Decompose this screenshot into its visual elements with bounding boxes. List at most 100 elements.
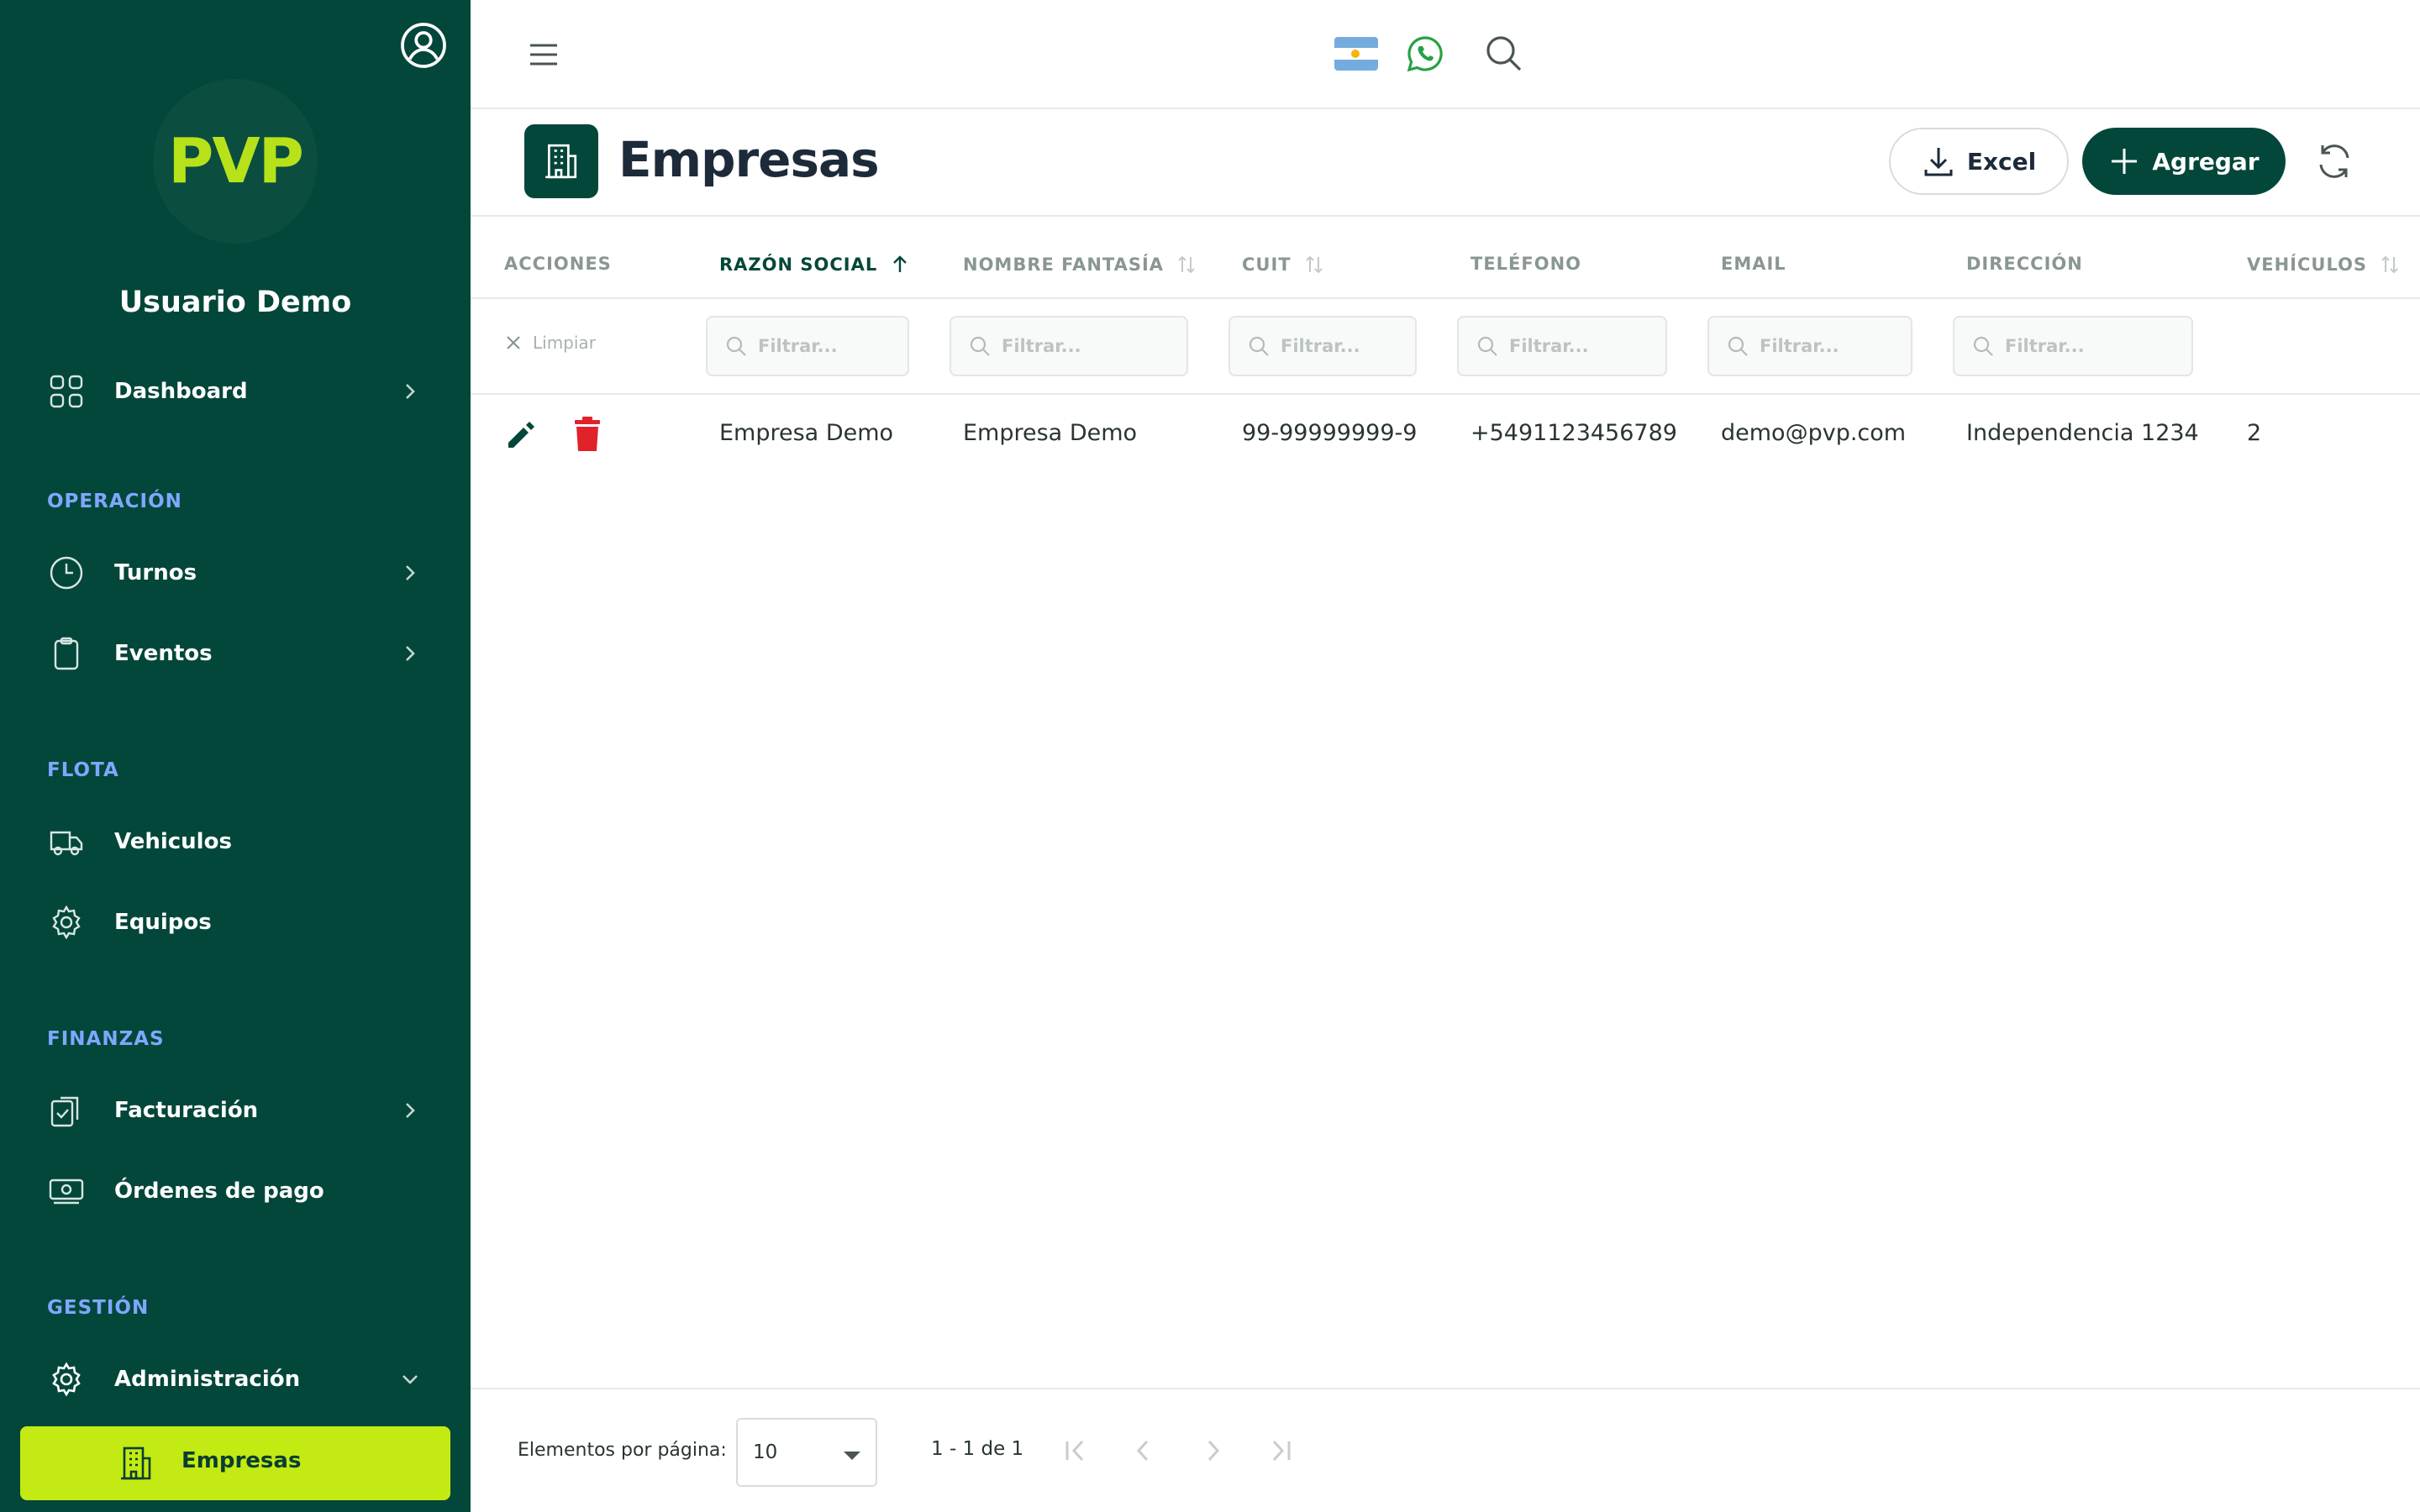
building-icon — [524, 124, 598, 198]
building-icon — [121, 1446, 151, 1480]
section-operacion: OPERACIÓN — [47, 491, 182, 512]
filter-input[interactable] — [1509, 336, 1665, 356]
cell-vehiculos: 2 — [2247, 420, 2262, 446]
chevron-right-icon — [406, 565, 415, 580]
edit-pencil-icon[interactable] — [504, 417, 539, 452]
clock-icon — [50, 556, 83, 590]
page-title: Empresas — [618, 131, 880, 188]
sidebar-item-label: Equipos — [114, 910, 212, 935]
sidebar-item-facturacion[interactable]: Facturación — [0, 1077, 471, 1144]
sidebar-item-administracion[interactable]: Administración — [0, 1346, 471, 1413]
page-size-value: 10 — [753, 1441, 778, 1463]
section-gestion: GESTIÓN — [47, 1297, 150, 1319]
add-button[interactable]: Agregar — [2082, 128, 2286, 195]
sidebar-item-eventos[interactable]: Eventos — [0, 620, 471, 687]
cell-direccion: Independencia 1234 — [1966, 420, 2199, 446]
clear-filters-button[interactable]: Limpiar — [504, 333, 596, 353]
chevron-down-icon — [402, 1375, 418, 1384]
cell-nombre-fantasia: Empresa Demo — [963, 420, 1138, 446]
filter-razon-social[interactable] — [706, 316, 909, 376]
whatsapp-icon[interactable] — [1405, 34, 1445, 74]
user-account-icon[interactable] — [398, 20, 449, 71]
section-flota: FLOTA — [47, 759, 119, 781]
first-page-icon[interactable] — [1059, 1433, 1094, 1468]
sidebar-item-label: Eventos — [114, 641, 213, 666]
sort-icon — [1178, 255, 1195, 274]
chevron-right-icon — [406, 646, 415, 661]
page-header: Empresas Excel Agregar — [471, 111, 2420, 217]
download-icon — [1924, 148, 1953, 176]
sidebar-item-label: Órdenes de pago — [114, 1179, 324, 1204]
logo-text: PVP — [168, 125, 304, 197]
sidebar-item-label: Empresas — [182, 1448, 302, 1473]
sidebar-item-label: Turnos — [114, 560, 197, 585]
money-icon — [49, 1179, 84, 1205]
last-page-icon[interactable] — [1262, 1433, 1297, 1468]
sidebar-item-dashboard[interactable]: Dashboard — [0, 358, 471, 425]
filter-input[interactable] — [1002, 336, 1186, 356]
truck-icon — [50, 831, 83, 856]
sidebar-item-ordenes-de-pago[interactable]: Órdenes de pago — [0, 1158, 471, 1225]
table-header: ACCIONES RAZÓN SOCIAL NOMBRE FANTASÍA CU… — [471, 230, 2420, 299]
sort-ascending-icon — [893, 255, 908, 272]
search-icon — [726, 336, 746, 356]
user-name: Usuario Demo — [118, 286, 352, 319]
sidebar-item-turnos[interactable]: Turnos — [0, 539, 471, 606]
paginator: Elementos por página: 10 1 - 1 de 1 — [471, 1388, 2420, 1512]
clear-filters-label: Limpiar — [533, 333, 596, 353]
sort-icon — [2381, 255, 2398, 274]
page-size-select[interactable]: 10 — [736, 1418, 877, 1487]
cell-cuit: 99-99999999-9 — [1242, 420, 1418, 446]
cell-email: demo@pvp.com — [1721, 420, 1907, 446]
cell-telefono: +5491123456789 — [1470, 420, 1677, 446]
add-button-label: Agregar — [2152, 147, 2260, 176]
search-icon — [970, 336, 990, 356]
column-header-direccion: DIRECCIÓN — [1966, 254, 2083, 274]
gear-icon — [52, 1362, 81, 1397]
excel-button-label: Excel — [1966, 147, 2037, 176]
delete-trash-icon[interactable] — [570, 415, 605, 454]
search-icon[interactable] — [1484, 34, 1524, 74]
search-icon — [1973, 336, 1993, 356]
column-header-email: EMAIL — [1721, 254, 1786, 274]
filter-cuit[interactable] — [1228, 316, 1417, 376]
filter-input[interactable] — [758, 336, 908, 356]
menu-icon[interactable] — [526, 37, 561, 72]
grid-icon — [50, 375, 83, 408]
sidebar-item-label: Facturación — [114, 1098, 259, 1123]
page-size-label: Elementos por página: — [518, 1440, 727, 1461]
sidebar-item-equipos[interactable]: Equipos — [0, 889, 471, 956]
sidebar-item-vehiculos[interactable]: Vehiculos — [0, 808, 471, 875]
filter-input[interactable] — [2005, 336, 2191, 356]
filter-telefono[interactable] — [1457, 316, 1667, 376]
next-page-icon[interactable] — [1195, 1433, 1230, 1468]
argentina-flag-icon[interactable] — [1334, 37, 1378, 71]
topbar — [471, 0, 2420, 109]
sidebar-item-label: Vehiculos — [114, 829, 232, 854]
search-icon — [1477, 336, 1497, 356]
filter-input[interactable] — [1760, 336, 1911, 356]
filter-nombre-fantasia[interactable] — [950, 316, 1188, 376]
sidebar-item-empresas[interactable]: Empresas — [20, 1426, 450, 1500]
filter-direccion[interactable] — [1953, 316, 2193, 376]
column-header-acciones: ACCIONES — [504, 254, 612, 274]
page-range: 1 - 1 de 1 — [931, 1438, 1024, 1460]
sidebar-item-label: Administración — [114, 1367, 301, 1392]
sidebar: PVP Usuario Demo Dashboard OPERACIÓN Tur… — [0, 0, 471, 1512]
filter-email[interactable] — [1707, 316, 1912, 376]
search-icon — [1728, 336, 1748, 356]
column-header-nombre-fantasia[interactable]: NOMBRE FANTASÍA — [963, 254, 1197, 276]
refresh-icon[interactable] — [2314, 141, 2354, 181]
column-header-cuit[interactable]: CUIT — [1242, 254, 1325, 276]
gear-icon — [52, 905, 81, 940]
filter-row: Limpiar — [471, 301, 2420, 395]
filter-input[interactable] — [1281, 336, 1415, 356]
column-header-razon-social[interactable]: RAZÓN SOCIAL — [719, 254, 911, 276]
column-header-vehiculos[interactable]: VEHÍCULOS — [2247, 254, 2401, 276]
previous-page-icon[interactable] — [1126, 1433, 1161, 1468]
chevron-right-icon — [406, 1103, 415, 1118]
excel-export-button[interactable]: Excel — [1889, 128, 2069, 195]
clipboard-check-icon — [50, 1096, 79, 1127]
table-row: Empresa Demo Empresa Demo 99-99999999-9 … — [471, 396, 2420, 472]
pvp-logo: PVP — [153, 79, 318, 244]
